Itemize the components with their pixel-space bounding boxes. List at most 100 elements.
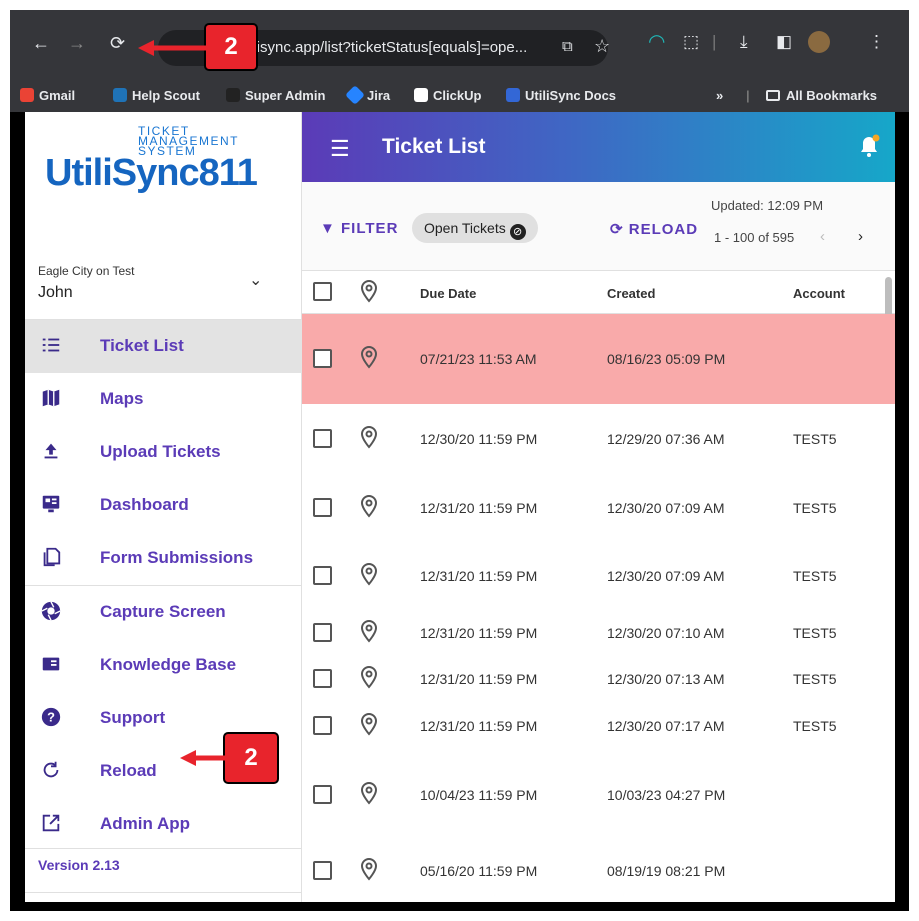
chip-label: Open Tickets <box>424 220 506 236</box>
chevron-down-icon[interactable]: ⌄ <box>249 270 262 290</box>
location-pin-icon[interactable] <box>359 857 379 881</box>
step-callout-bottom: 2 <box>223 732 279 784</box>
created-cell: 10/03/23 04:27 PM <box>607 787 726 803</box>
arrow-left-icon <box>138 40 208 56</box>
location-pin-icon[interactable] <box>359 562 379 586</box>
nav-admin-app[interactable]: Admin App <box>25 798 302 851</box>
row-checkbox[interactable] <box>313 861 332 880</box>
bookmark-jira[interactable]: Jira <box>345 85 390 105</box>
table-row[interactable]: 12/31/20 11:59 PM 12/30/20 07:10 AM TEST5 <box>302 610 895 656</box>
due-date-cell: 12/31/20 11:59 PM <box>420 671 538 687</box>
table-row[interactable]: 12/31/20 11:59 PM 12/30/20 07:09 AM TEST5 <box>302 542 895 610</box>
location-pin-icon[interactable] <box>359 781 379 805</box>
nav-label: Capture Screen <box>100 602 226 621</box>
row-checkbox[interactable] <box>313 498 332 517</box>
location-pin-icon[interactable] <box>359 494 379 518</box>
filter-button[interactable]: ▼ FILTER <box>320 220 398 237</box>
column-header-created[interactable]: Created <box>607 286 655 301</box>
nav-label: Support <box>100 708 166 727</box>
extension-icon[interactable]: ◠ <box>648 32 665 52</box>
reload-icon: ⟳ <box>610 221 629 238</box>
more-bookmarks-icon[interactable]: » <box>716 88 723 103</box>
hamburger-menu-icon[interactable]: ☰ <box>330 136 350 162</box>
row-checkbox[interactable] <box>313 349 332 368</box>
table-row[interactable]: 07/21/23 11:53 AM 08/16/23 05:09 PM <box>302 314 895 404</box>
bookmark-gmail[interactable]: Gmail <box>20 88 75 103</box>
location-pin-icon[interactable] <box>359 345 379 369</box>
column-header-account[interactable]: Account <box>793 286 845 301</box>
star-icon[interactable]: ☆ <box>594 36 610 57</box>
bookmark-help-scout[interactable]: Help Scout <box>113 88 200 103</box>
app-header: ☰ Ticket List <box>302 112 895 182</box>
nav-label: Dashboard <box>100 495 189 514</box>
camera-shutter-icon <box>41 601 61 621</box>
notification-bell-icon[interactable] <box>857 134 881 160</box>
location-pin-icon[interactable] <box>359 712 379 736</box>
nav-ticket-list[interactable]: Ticket List <box>25 320 302 373</box>
help-icon: ? <box>41 707 61 727</box>
all-bookmarks[interactable]: All Bookmarks <box>766 88 877 103</box>
row-checkbox[interactable] <box>313 623 332 642</box>
location-pin-icon[interactable] <box>359 619 379 643</box>
nav-label: Upload Tickets <box>100 442 221 461</box>
nav-label: Reload <box>100 761 157 780</box>
reload-browser-icon[interactable]: ⟳ <box>110 34 125 52</box>
nav-upload-tickets[interactable]: Upload Tickets <box>25 426 302 479</box>
select-all-checkbox[interactable] <box>313 282 332 301</box>
location-pin-icon[interactable] <box>359 665 379 689</box>
bookmark-label: Super Admin <box>245 88 326 103</box>
upload-icon <box>44 443 58 459</box>
nav-dashboard[interactable]: Dashboard <box>25 479 302 532</box>
created-cell: 12/30/20 07:09 AM <box>607 500 725 516</box>
column-header-due-date[interactable]: Due Date <box>420 286 476 301</box>
nav-maps[interactable]: Maps <box>25 373 302 426</box>
chevron-left-icon[interactable]: ‹ <box>820 228 825 245</box>
chevron-right-icon[interactable]: › <box>858 228 863 245</box>
help-scout-icon <box>113 88 127 102</box>
pagination-range: 1 - 100 of 595 <box>714 230 795 245</box>
bookmark-super-admin[interactable]: Super Admin <box>226 88 325 103</box>
row-checkbox[interactable] <box>313 669 332 688</box>
screenshot-frame: ← → ⟳ ilisync.app/list?ticketStatus[equa… <box>0 0 919 921</box>
side-panel-icon[interactable]: ◧ <box>776 32 792 52</box>
reload-button[interactable]: ⟳ RELOAD <box>610 220 698 238</box>
bookmark-label: UtiliSync Docs <box>525 88 617 103</box>
row-checkbox[interactable] <box>313 566 332 585</box>
nav-form-submissions[interactable]: Form Submissions <box>25 532 302 585</box>
kebab-menu-icon[interactable]: ⋮ <box>868 32 885 52</box>
due-date-cell: 12/31/20 11:59 PM <box>420 625 538 641</box>
row-checkbox[interactable] <box>313 785 332 804</box>
profile-avatar-icon[interactable] <box>808 31 830 53</box>
forward-icon[interactable]: → <box>68 34 86 52</box>
due-date-cell: 12/31/20 11:59 PM <box>420 718 538 734</box>
table-row[interactable]: 05/16/20 11:59 PM 08/19/19 08:21 PM <box>302 840 895 902</box>
table-row[interactable]: 12/30/20 11:59 PM 12/29/20 07:36 AM TEST5 <box>302 404 895 473</box>
divider <box>25 848 302 849</box>
logo-wordmark: UtiliSync811 <box>45 152 258 194</box>
location-pin-icon[interactable] <box>359 425 379 449</box>
back-icon[interactable]: ← <box>32 34 50 52</box>
row-checkbox[interactable] <box>313 716 332 735</box>
table-row[interactable]: 12/31/20 11:59 PM 12/30/20 07:17 AM TEST5 <box>302 702 895 749</box>
table-row[interactable]: 12/31/20 11:59 PM 12/30/20 07:13 AM TEST5 <box>302 656 895 702</box>
row-checkbox[interactable] <box>313 429 332 448</box>
puzzle-icon[interactable]: ⬚ <box>683 32 699 52</box>
table-row[interactable]: 12/31/20 11:59 PM 12/30/20 07:09 AM TEST5 <box>302 473 895 542</box>
table-row[interactable]: 10/04/23 11:59 PM 10/03/23 04:27 PM <box>302 749 895 840</box>
bookmark-clickup[interactable]: ClickUp <box>414 88 481 103</box>
chip-clear-icon[interactable]: ⊘ <box>509 224 526 240</box>
download-icon[interactable]: ⤓ <box>740 32 748 52</box>
install-app-icon[interactable]: ⧉ <box>562 38 573 55</box>
step-callout-top: 2 <box>204 23 258 71</box>
open-tickets-chip[interactable]: Open Tickets ⊘ <box>412 213 538 243</box>
nav-capture-screen[interactable]: Capture Screen <box>25 586 302 639</box>
due-date-cell: 12/31/20 11:59 PM <box>420 500 538 516</box>
location-pin-icon <box>360 279 378 303</box>
bookmark-utilisync-docs[interactable]: UtiliSync Docs <box>506 88 616 103</box>
created-cell: 12/30/20 07:17 AM <box>607 718 725 734</box>
reload-label: RELOAD <box>628 221 699 238</box>
filter-label: FILTER <box>341 220 399 237</box>
due-date-cell: 07/21/23 11:53 AM <box>420 351 537 367</box>
user-name: John <box>38 284 73 301</box>
nav-knowledge-base[interactable]: Knowledge Base <box>25 639 302 692</box>
